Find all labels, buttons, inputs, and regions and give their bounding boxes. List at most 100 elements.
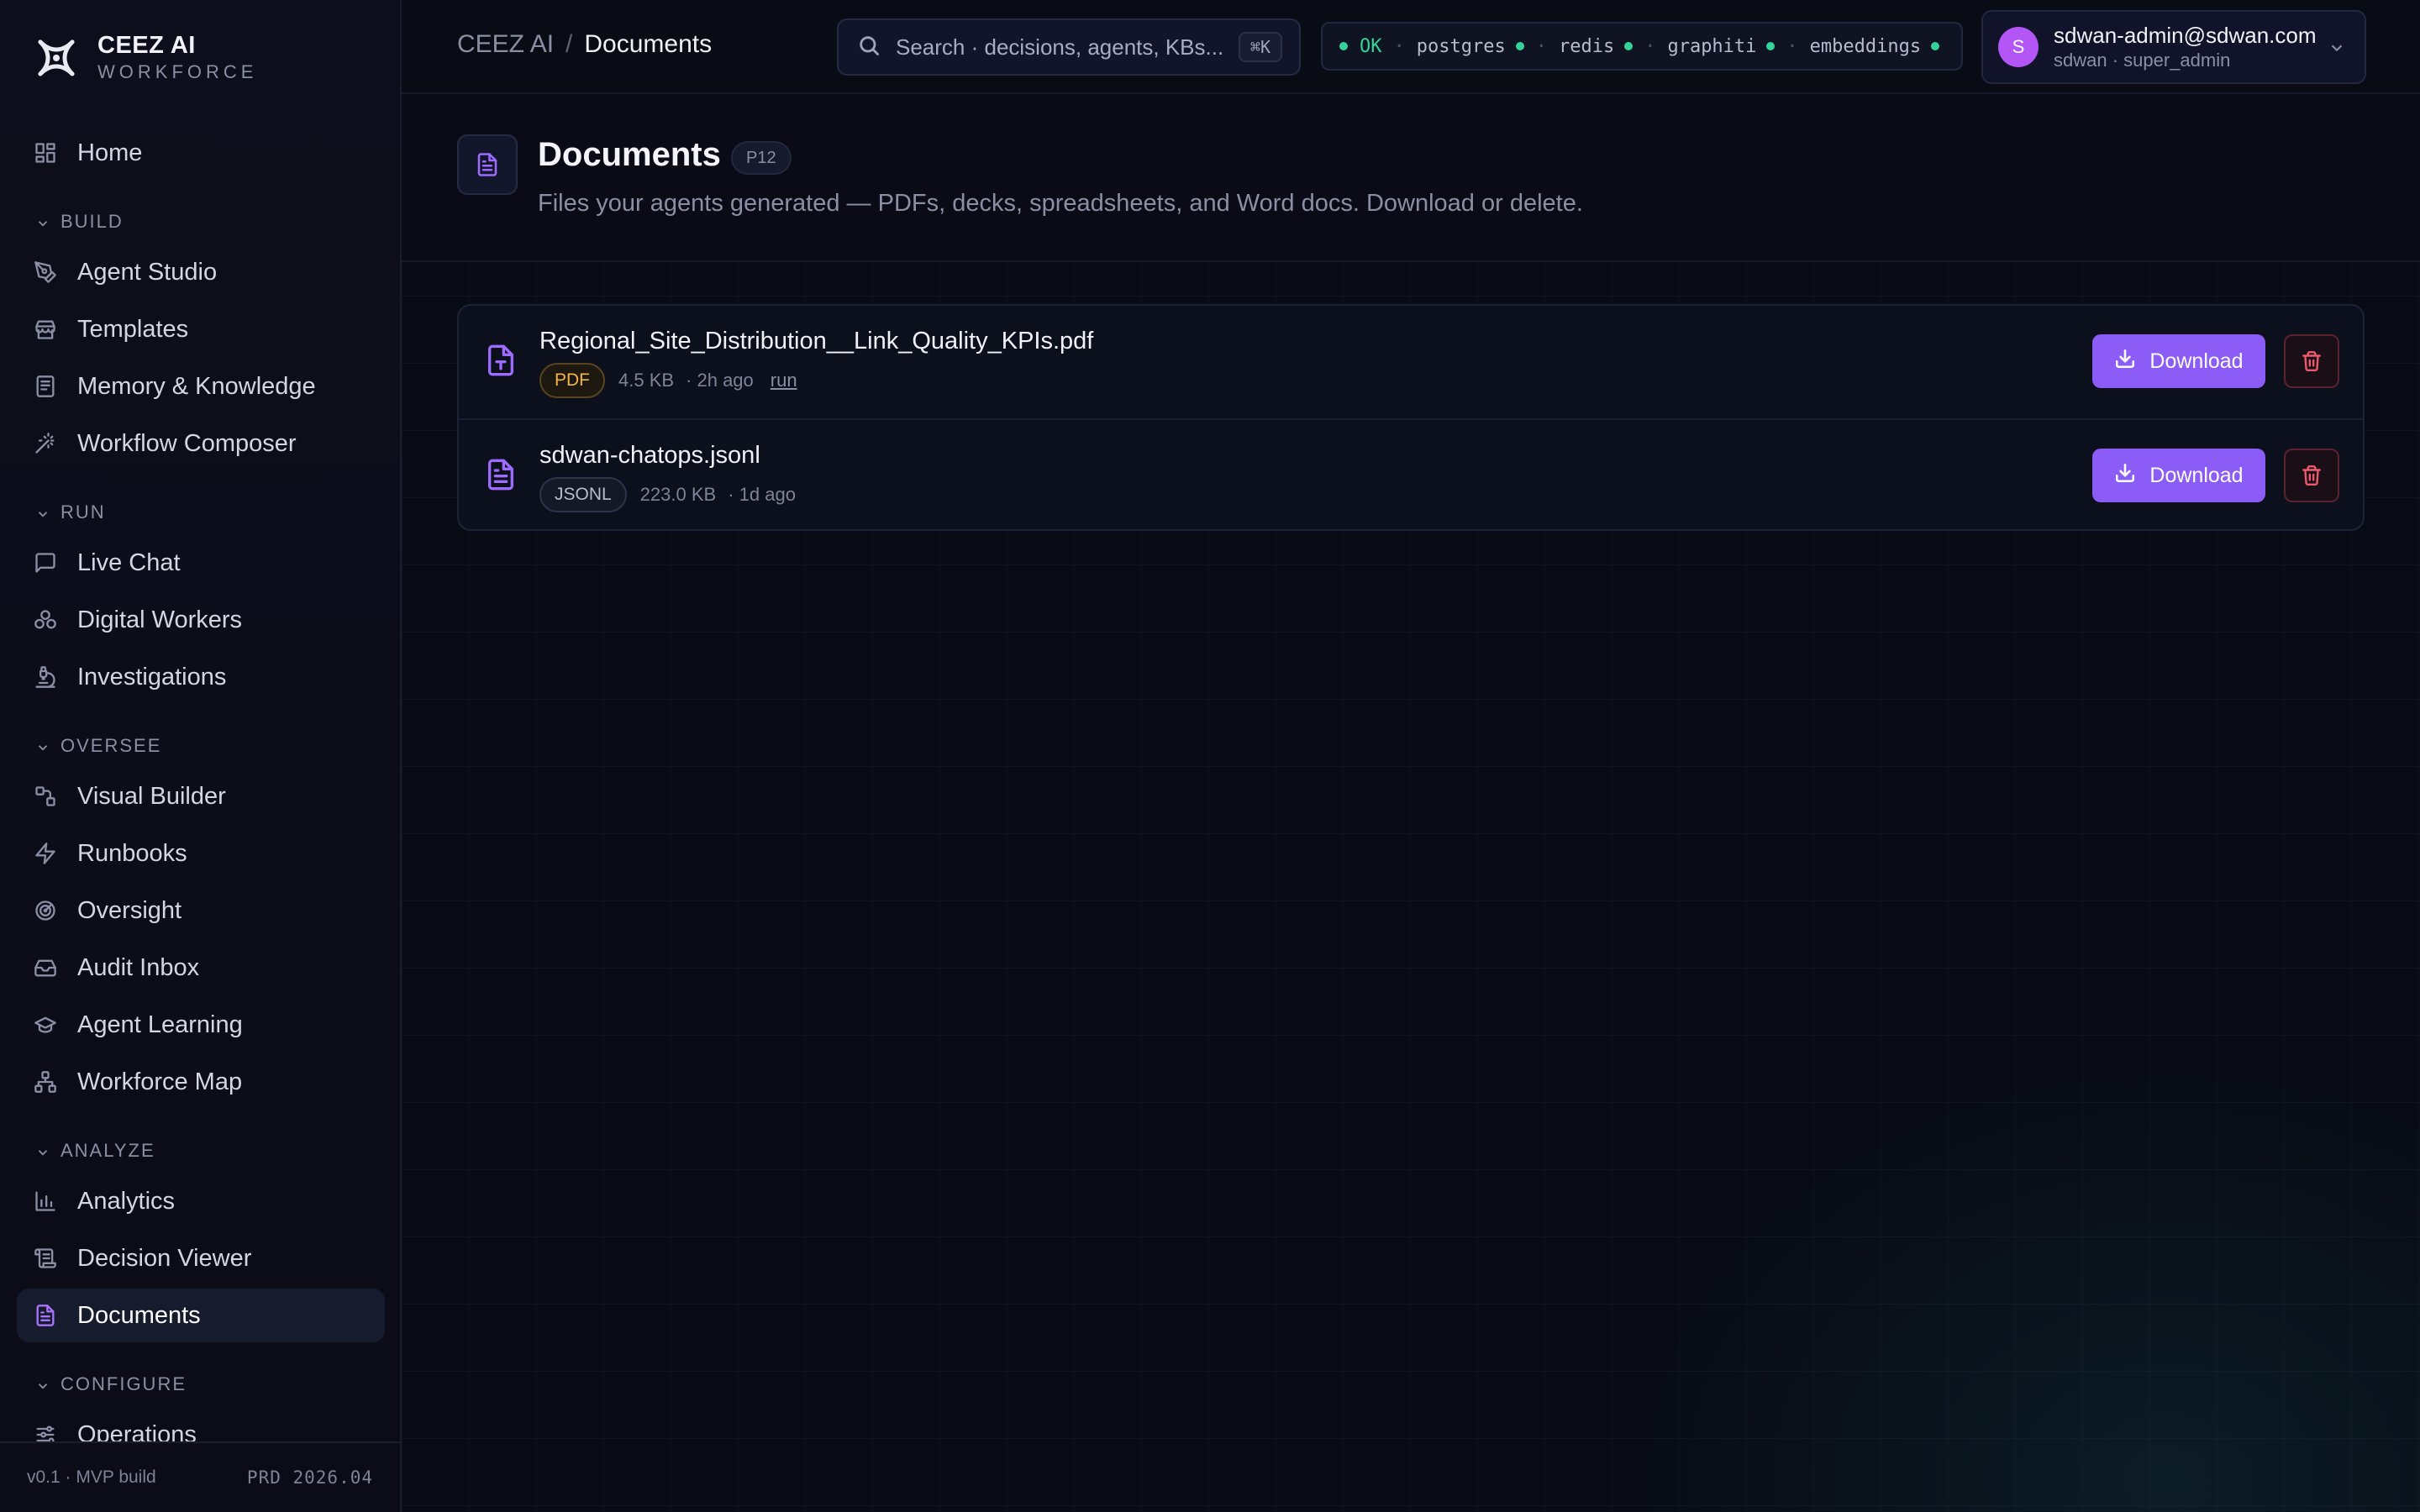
status-service-postgres: postgres xyxy=(1417,36,1524,57)
download-icon xyxy=(2114,348,2136,375)
breadcrumb-root[interactable]: CEEZ AI xyxy=(457,30,554,59)
chevron-down-icon xyxy=(35,214,50,229)
file-age: · 2h ago xyxy=(686,370,754,391)
sidebar-item-label: Agent Learning xyxy=(77,1011,243,1038)
sidebar-nav: Home BUILD Agent Studio Templates Memory… xyxy=(17,126,385,1441)
chevron-down-icon xyxy=(35,1377,50,1392)
chat-icon xyxy=(34,551,57,575)
status-separator: · xyxy=(1786,35,1798,57)
sidebar-item-decision-viewer[interactable]: Decision Viewer xyxy=(17,1231,385,1285)
file-age: · 1d ago xyxy=(728,484,796,505)
download-label: Download xyxy=(2149,349,2244,373)
sidebar-item-templates[interactable]: Templates xyxy=(17,302,385,356)
sidebar-item-home[interactable]: Home xyxy=(17,126,385,180)
section-label: CONFIGURE xyxy=(60,1373,187,1394)
sidebar-item-documents[interactable]: Documents xyxy=(17,1289,385,1342)
breadcrumb-separator: / xyxy=(566,30,573,58)
sidebar-item-memory-knowledge[interactable]: Memory & Knowledge xyxy=(17,360,385,413)
section-oversee[interactable]: OVERSEE xyxy=(17,722,385,769)
file-size: 4.5 KB xyxy=(618,370,675,391)
document-name: Regional_Site_Distribution__Link_Quality… xyxy=(539,328,1094,354)
status-separator: · xyxy=(1644,35,1656,57)
sidebar-item-label: Visual Builder xyxy=(77,782,226,810)
inbox-icon xyxy=(34,956,57,979)
scroll-icon xyxy=(34,1247,57,1270)
sidebar-item-label: Digital Workers xyxy=(77,606,243,633)
search-placeholder: Search · decisions, agents, KBs... xyxy=(896,34,1224,60)
trash-icon xyxy=(2302,350,2321,372)
sidebar-item-workflow-composer[interactable]: Workflow Composer xyxy=(17,417,385,470)
document-icon xyxy=(457,134,518,195)
avatar: S xyxy=(1998,27,2039,67)
sidebar-item-oversight[interactable]: Oversight xyxy=(17,884,385,937)
section-analyze[interactable]: ANALYZE xyxy=(17,1127,385,1174)
pen-tool-icon xyxy=(34,260,57,284)
status-dot xyxy=(1766,42,1776,50)
topbar: CEEZ AI / Documents Search · decisions, … xyxy=(402,0,2420,94)
download-button[interactable]: Download xyxy=(2092,334,2265,388)
section-build[interactable]: BUILD xyxy=(17,198,385,245)
brand[interactable]: CEEZ AI WORKFORCE xyxy=(32,29,257,87)
status-service-redis: redis xyxy=(1559,36,1634,57)
sidebar-item-runbooks[interactable]: Runbooks xyxy=(17,827,385,880)
section-label: RUN xyxy=(60,501,106,522)
service-name: graphiti xyxy=(1667,35,1757,57)
sidebar-item-label: Audit Inbox xyxy=(77,953,200,981)
sidebar-item-agent-studio[interactable]: Agent Studio xyxy=(17,245,385,299)
search-input[interactable]: Search · decisions, agents, KBs... ⌘K xyxy=(837,18,1301,76)
pdf-file-icon xyxy=(484,344,518,381)
bar-chart-icon xyxy=(34,1189,57,1213)
sidebar-item-investigations[interactable]: Investigations xyxy=(17,650,385,704)
main-content: Documents P12 Files your agents generate… xyxy=(402,94,2420,1512)
brand-name: CEEZ AI xyxy=(97,32,196,59)
store-icon xyxy=(34,318,57,341)
download-icon xyxy=(2114,462,2136,490)
sidebar-item-live-chat[interactable]: Live Chat xyxy=(17,536,385,590)
status-service-embeddings: embeddings xyxy=(1809,35,1940,57)
sidebar-item-workforce-map[interactable]: Workforce Map xyxy=(17,1055,385,1109)
status-separator: · xyxy=(1535,35,1547,57)
run-link[interactable]: run xyxy=(771,370,797,391)
nodes-icon xyxy=(34,785,57,808)
download-label: Download xyxy=(2149,463,2244,487)
chevron-down-icon xyxy=(35,505,50,520)
download-button[interactable]: Download xyxy=(2092,449,2265,502)
page-subtitle: Files your agents generated — PDFs, deck… xyxy=(538,190,1583,217)
list-item: Regional_Site_Distribution__Link_Quality… xyxy=(459,306,2363,418)
sidebar-item-agent-learning[interactable]: Agent Learning xyxy=(17,998,385,1052)
sidebar-item-digital-workers[interactable]: Digital Workers xyxy=(17,593,385,647)
status-service-graphiti: graphiti xyxy=(1667,35,1776,57)
environment-label: PRD 2026.04 xyxy=(246,1467,373,1488)
sidebar-item-label: Templates xyxy=(77,315,189,343)
user-email: sdwan-admin@sdwan.com xyxy=(2054,23,2317,48)
file-type-badge: PDF xyxy=(539,363,605,398)
sidebar-item-audit-inbox[interactable]: Audit Inbox xyxy=(17,941,385,995)
version-label: v0.1 · MVP build xyxy=(27,1467,156,1487)
status-overall: OK xyxy=(1360,35,1382,57)
sidebar-item-label: Operations xyxy=(77,1420,197,1442)
section-configure[interactable]: CONFIGURE xyxy=(17,1361,385,1408)
service-name: embeddings xyxy=(1809,35,1922,57)
search-shortcut: ⌘K xyxy=(1238,32,1282,62)
sidebar-item-label: Analytics xyxy=(77,1187,176,1215)
sidebar-item-label: Home xyxy=(77,139,143,166)
sidebar-item-visual-builder[interactable]: Visual Builder xyxy=(17,769,385,823)
list-item: sdwan-chatops.jsonl JSONL 223.0 KB · 1d … xyxy=(459,418,2363,529)
delete-button[interactable] xyxy=(2284,334,2339,388)
sidebar-item-analytics[interactable]: Analytics xyxy=(17,1174,385,1228)
section-run[interactable]: RUN xyxy=(17,489,385,536)
sidebar-item-label: Oversight xyxy=(77,896,182,924)
bolt-icon xyxy=(34,842,57,865)
graduation-cap-icon xyxy=(34,1013,57,1037)
sidebar-item-label: Workforce Map xyxy=(77,1068,243,1095)
user-menu[interactable]: S sdwan-admin@sdwan.com sdwan · super_ad… xyxy=(1981,10,2366,84)
system-status-bar[interactable]: OK · postgres · redis · graphiti · embed… xyxy=(1321,22,1963,71)
delete-button[interactable] xyxy=(2284,449,2339,502)
home-grid-icon xyxy=(34,141,57,165)
document-icon xyxy=(34,1304,57,1327)
sidebar-item-label: Documents xyxy=(77,1301,201,1329)
sidebar-item-operations[interactable]: Operations xyxy=(17,1408,385,1441)
breadcrumb-current: Documents xyxy=(584,30,713,58)
sidebar-item-label: Workflow Composer xyxy=(77,429,297,457)
sidebar-item-label: Decision Viewer xyxy=(77,1244,252,1272)
